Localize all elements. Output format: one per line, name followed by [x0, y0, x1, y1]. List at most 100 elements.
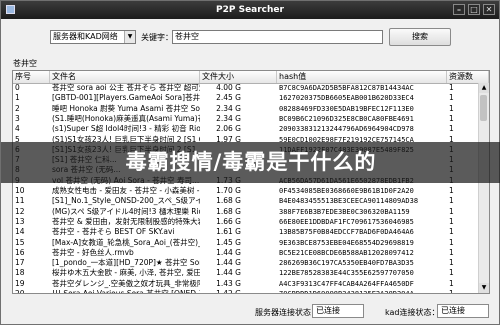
- cell-sources: 1: [449, 247, 454, 257]
- cell-hash: 388F7E6B3B7EDE3BE0C306320BA1159: [279, 207, 410, 216]
- cell-hash: 9E363BCE8753EBE04E68554D29698819: [279, 238, 414, 247]
- cell-sources: 1: [449, 113, 454, 123]
- scroll-down-icon[interactable]: ▼: [479, 283, 489, 293]
- cell-filename: 苍井空 - 苍井そら BEST OF SKY.avi: [52, 227, 175, 237]
- kad-status-value: 已连接: [437, 304, 489, 318]
- watermark-banner: 毒霸搜情/毒霸是干什么的: [1, 142, 500, 183]
- cell-filename: 苍井空 & 爱田由，发射无限制股感的特殊大岩...: [52, 216, 200, 226]
- search-toolbar: 服务器和KAD网络 ▼ 关键字： 苍井空 搜索: [1, 21, 499, 55]
- table-row[interactable]: 16 苍井空 - 好色丝人.rmvb 1.44 G BC5E21CE08BCDE6B5…: [13, 248, 479, 258]
- cell-filename: !!! Sora Aoi Various Sora 苍井空 [ONED-356.…: [50, 289, 200, 293]
- network-select[interactable]: 服务器和KAD网络 ▼: [50, 30, 136, 44]
- cell-index: 4: [15, 124, 20, 134]
- search-button[interactable]: 搜索: [389, 28, 451, 46]
- cell-filename: [1_pondo_一本道][HD_720P]★ 苍井空 Sora...: [52, 258, 200, 268]
- cell-index: 13: [15, 216, 25, 226]
- scroll-up-icon[interactable]: ▲: [479, 83, 489, 93]
- column-header-index[interactable]: 序号: [13, 71, 50, 83]
- cell-index: 2: [15, 103, 20, 113]
- cell-filename: 睡吧 Honoka 尉葵 Yuma Asami 苍井空 Sora ...: [52, 103, 200, 113]
- table-row[interactable]: 0 苍井空 sora aoi 公主 苍井そら 苍井空 超可爱 -... 4.00 G…: [13, 83, 479, 93]
- table-row[interactable]: 2 睡吧 Honoka 尉葵 Yuma Asami 苍井空 Sora ... 2.3…: [13, 104, 479, 114]
- cell-size: 2.45 G: [216, 93, 241, 103]
- table-row[interactable]: 14 苍井空 - 苍井そら BEST OF SKY.avi 1.61 G 13B85B…: [13, 227, 479, 237]
- cell-size: 1.44 G: [216, 258, 241, 268]
- cell-sources: 1: [449, 124, 454, 134]
- cell-size: 1.70 G: [216, 186, 241, 195]
- server-status-label: 服务器连接状态：: [255, 308, 319, 317]
- cell-hash: BC09B6C21096D325E8CB0CA80FBE4691: [279, 114, 414, 123]
- cell-filename: 苍井空 sora aoi 公主 苍井そら 苍井空 超可爱 -...: [52, 83, 200, 92]
- table-row[interactable]: 19 苍井空ダレンジ_.空美傲之奴才玩具_非常极限号... 1.43 G A4C3F9…: [13, 279, 479, 289]
- table-row[interactable]: 1 [GBTD-001][Players.GameAoi Sora]苍井空 苍..…: [13, 93, 479, 103]
- cell-size: 2.34 G: [216, 103, 241, 113]
- results-tab-label[interactable]: 苍井空: [13, 58, 37, 69]
- table-row[interactable]: 20!!! Sora Aoi Various Sora 苍井空 [ONED-35…: [13, 289, 479, 293]
- table-row[interactable]: 10 成熟女性电击 - 爱田友 - 苍井空 - 小森美树 - ... 1.70 G 0…: [13, 186, 479, 196]
- cell-hash: B7C8C9A6DA2D5B5BFA812C87B14434AC: [279, 84, 414, 92]
- title-bar: P2P Searcher – □ ✕: [1, 1, 499, 19]
- vertical-scrollbar[interactable]: ▲ ▼: [478, 83, 489, 293]
- server-status-value: 已连接: [312, 304, 364, 318]
- cell-filename: [S1]_No.1_Style_ONSD-200_スペ_S级アイ...: [52, 196, 200, 206]
- cell-filename: 桜井ゆ木五大金欧 - 麻美, 小泽, 苍井空, 爱田由...: [52, 268, 200, 278]
- cell-hash: A4C3F9313C47FF4CAB4A264FFA4650DF: [279, 279, 414, 288]
- cell-sources: 1: [447, 289, 479, 293]
- column-header-sources[interactable]: 资源数: [447, 71, 489, 83]
- cell-sources: 1: [449, 83, 454, 92]
- table-row[interactable]: 15 [Max-A]女教道_轮急桃_Sora_Aoi_(苍井空)_... 1.45 …: [13, 238, 479, 248]
- table-row[interactable]: 12 (MG)スペ S级アイドル4时间!3 樋木理樂 Rio ... 1.68 G 3…: [13, 207, 479, 217]
- cell-size: 1.68 G: [216, 196, 241, 206]
- cell-size: 1.43 G: [216, 278, 241, 288]
- cell-index: 20: [13, 289, 50, 293]
- cell-index: 11: [15, 196, 25, 206]
- cell-size: 2.34 G: [216, 113, 241, 123]
- cell-index: 19: [15, 278, 25, 288]
- cell-index: 16: [15, 247, 25, 257]
- table-row[interactable]: 4 (s1)Super S超 Idol4时间!3 - 精彩 初音 Rio ... 2…: [13, 124, 479, 134]
- cell-sources: 1: [449, 278, 454, 288]
- cell-index: 10: [15, 186, 25, 195]
- cell-sources: 1: [449, 216, 454, 226]
- cell-size: 4.00 G: [216, 83, 241, 92]
- table-row[interactable]: 3 (S1.睡吧(Honoka)麻美遥真(Asami Yuma)苍井... 2.34…: [13, 114, 479, 124]
- column-header-filename[interactable]: 文件名: [50, 71, 200, 83]
- cell-size: 1.66 G: [216, 216, 241, 226]
- kad-status-label: kad连接状态：: [385, 308, 440, 317]
- table-row[interactable]: 13 苍井空 & 爱田由，发射无限制股感的特殊大岩... 1.66 G 66E80EE…: [13, 217, 479, 227]
- cell-sources: 1: [449, 93, 454, 103]
- column-header-hash[interactable]: hash值: [277, 71, 447, 83]
- window-title: P2P Searcher: [216, 5, 284, 15]
- keyword-input[interactable]: 苍井空: [172, 30, 383, 44]
- cell-hash: 209033831213244796AD6964904CD978: [279, 125, 414, 134]
- app-window: P2P Searcher – □ ✕ 服务器和KAD网络 ▼ 关键字： 苍井空 …: [0, 0, 500, 325]
- cell-index: 17: [15, 258, 25, 268]
- cell-hash: BC5E21CE08BCDE6B588AB12028097412: [279, 248, 414, 257]
- cell-hash: 13B85B75F0B84EDCCF7BAD6F0DA464A6: [279, 228, 414, 237]
- scrollbar-thumb[interactable]: [480, 95, 487, 121]
- table-row[interactable]: 18 桜井ゆ木五大金欧 - 麻美, 小泽, 苍井空, 爱田由... 1.44 G 12…: [13, 268, 479, 278]
- cell-filename: (s1)Super S超 Idol4时间!3 - 精彩 初音 Rio ...: [52, 124, 200, 134]
- cell-filename: [GBTD-001][Players.GameAoi Sora]苍井空 苍...: [52, 93, 200, 103]
- column-header-size[interactable]: 文件大小: [200, 71, 277, 83]
- status-bar: 服务器连接状态： 已连接 kad连接状态： 已连接: [1, 299, 499, 325]
- cell-filename: 苍井空 - 好色丝人.rmvb: [52, 247, 134, 257]
- table-row[interactable]: 17 [1_pondo_一本道][HD_720P]★ 苍井空 Sora... 1.4…: [13, 258, 479, 268]
- table-row[interactable]: 11 [S1]_No.1_Style_ONSD-200_スペ_S级アイ... 1.6…: [13, 196, 479, 206]
- cell-hash: B4E0483455513BE3CEECA90114809AD38: [279, 197, 419, 206]
- keyword-label: 关键字：: [141, 33, 173, 42]
- cell-sources: 1: [449, 186, 454, 195]
- minimize-icon[interactable]: –: [453, 4, 465, 15]
- cell-filename: 成熟女性电击 - 爱田友 - 苍井空 - 小森美树 - ...: [52, 186, 200, 195]
- cell-sources: 1: [449, 258, 454, 268]
- cell-sources: 1: [449, 196, 454, 206]
- cell-hash: 70CBDDD1D69098B3438135E2A28D294A: [277, 289, 447, 293]
- cell-hash: 1627020375DB6605EAB001B620D33EC4: [279, 94, 414, 103]
- close-icon[interactable]: ✕: [483, 4, 495, 15]
- maximize-icon[interactable]: □: [468, 4, 480, 15]
- window-controls: – □ ✕: [453, 4, 495, 15]
- chevron-down-icon[interactable]: ▼: [124, 31, 135, 43]
- cell-size: 1.44 G: [216, 268, 241, 278]
- cell-hash: 286269B36C197CA5350EB40FD7BA3D35: [279, 259, 414, 268]
- cell-filename: 苍井空ダレンジ_.空美傲之奴才玩具_非常极限号...: [52, 278, 200, 288]
